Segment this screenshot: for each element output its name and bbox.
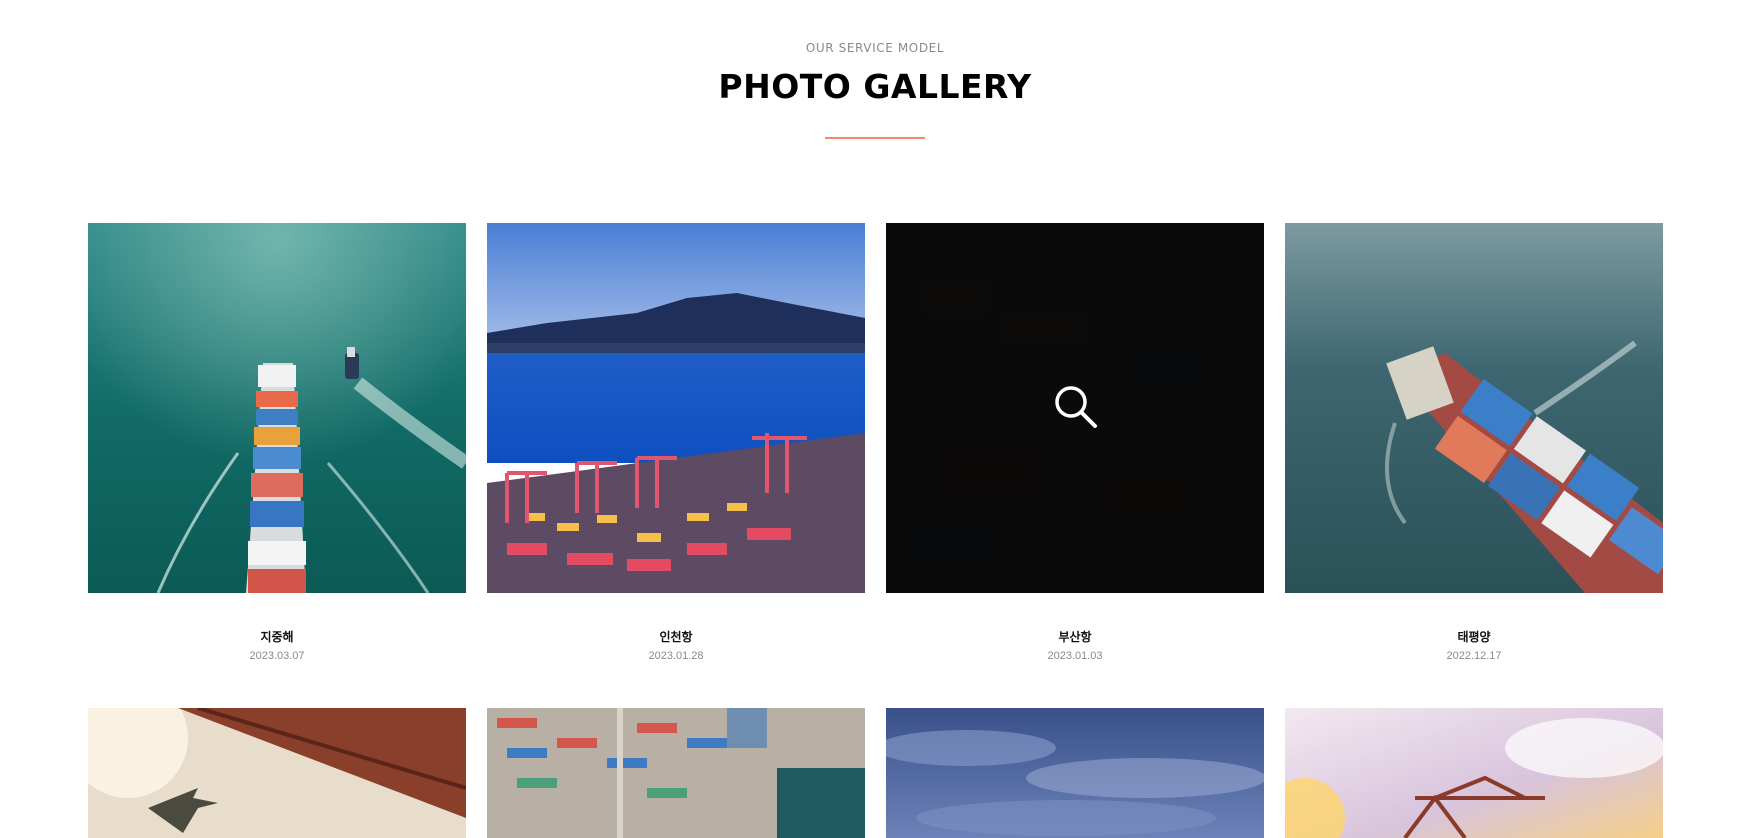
gallery-thumbnail[interactable] [886,708,1264,838]
gallery-card-4[interactable]: 태평양 2022.12.17 [1285,223,1663,662]
gallery-thumbnail[interactable] [1285,223,1663,593]
photo-gallery-grid: 지중해 2023.03.07 인천항 2023.01.28 부산항 2023.0… [0,0,1750,838]
gallery-card-7[interactable] [886,708,1264,838]
airplane-containers-photo [88,708,466,838]
hover-overlay[interactable] [886,223,1264,593]
gallery-card-1[interactable]: 지중해 2023.03.07 [88,223,466,662]
gallery-item-date: 2022.12.17 [1446,650,1502,662]
gallery-card-5[interactable] [88,708,466,838]
gallery-thumbnail[interactable] [487,708,865,838]
gallery-caption: 태평양 2022.12.17 [1285,628,1663,662]
search-icon[interactable] [1052,383,1098,434]
gallery-caption: 부산항 2023.01.03 [886,628,1264,662]
gallery-thumbnail[interactable] [88,223,466,593]
ship-sea-photo [88,223,466,593]
gallery-caption: 인천항 2023.01.28 [487,628,865,662]
gallery-item-title[interactable]: 태평양 [1285,628,1663,645]
gallery-card-8[interactable] [1285,708,1663,838]
gallery-item-date: 2023.03.07 [249,650,305,662]
ship-dark-sea-photo [1285,223,1663,593]
gallery-thumbnail[interactable] [487,223,865,593]
crane-sunset-photo [1285,708,1663,838]
gallery-card-2[interactable]: 인천항 2023.01.28 [487,223,865,662]
cloudy-sky-photo [886,708,1264,838]
gallery-item-title[interactable]: 인천항 [487,628,865,645]
gallery-item-date: 2023.01.03 [1047,650,1103,662]
gallery-caption: 지중해 2023.03.07 [88,628,466,662]
gallery-thumbnail[interactable] [886,223,1264,593]
gallery-card-3[interactable]: 부산항 2023.01.03 [886,223,1264,662]
gallery-card-6[interactable] [487,708,865,838]
container-yard-photo [487,708,865,838]
gallery-item-title[interactable]: 지중해 [88,628,466,645]
port-dusk-photo [487,223,865,593]
gallery-thumbnail[interactable] [88,708,466,838]
gallery-thumbnail[interactable] [1285,708,1663,838]
gallery-item-title[interactable]: 부산항 [886,628,1264,645]
gallery-item-date: 2023.01.28 [648,650,704,662]
